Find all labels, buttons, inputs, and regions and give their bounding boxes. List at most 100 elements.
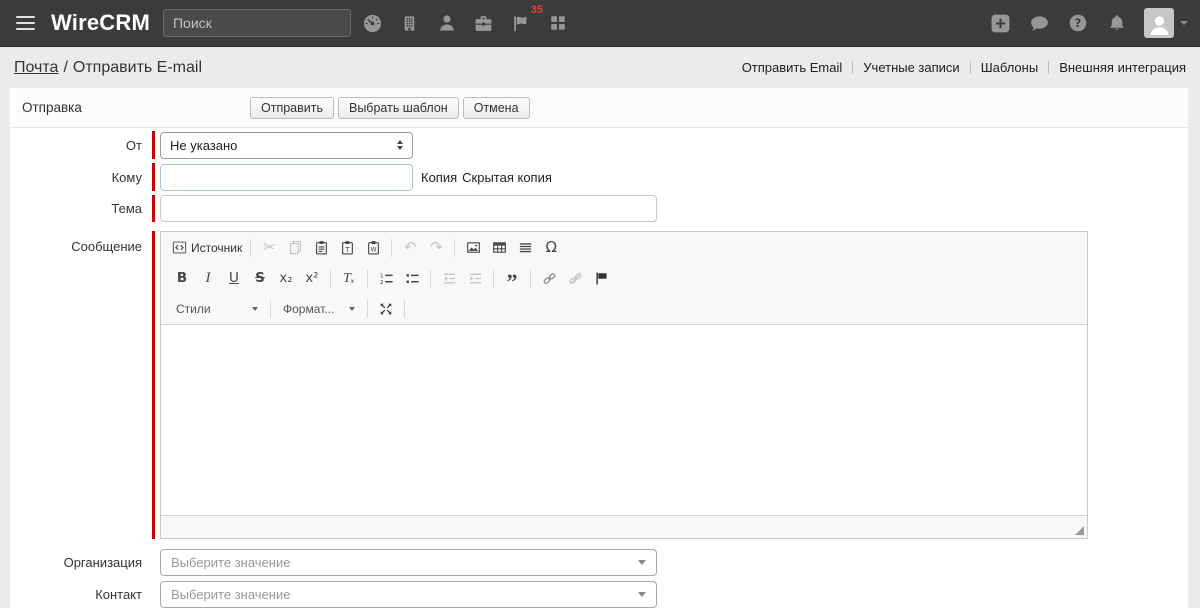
link-icon[interactable] — [537, 267, 561, 291]
search-input[interactable] — [162, 9, 351, 37]
special-char-icon[interactable]: Ω — [539, 236, 563, 260]
dashboard-icon[interactable] — [361, 11, 385, 35]
send-actions-row: Отправка Отправить Выбрать шаблон Отмена — [10, 88, 1188, 128]
editor-toolbar-row-3: Стили Формат... — [161, 294, 1087, 325]
link-accounts[interactable]: Учетные записи — [863, 60, 959, 75]
strikethrough-icon[interactable]: S — [248, 267, 272, 291]
superscript-icon[interactable]: x² — [300, 267, 324, 291]
subject-row: Тема — [10, 195, 1188, 222]
organization-row: Организация Выберите значение — [10, 549, 1188, 576]
deals-icon[interactable] — [472, 11, 496, 35]
chevron-down-icon — [252, 307, 258, 311]
user-menu[interactable] — [1144, 8, 1188, 38]
brand-logo: WireCRM — [51, 10, 150, 35]
link-external-integration[interactable]: Внешняя интеграция — [1059, 60, 1186, 75]
svg-text:1: 1 — [379, 274, 383, 280]
toolbar-divider — [250, 238, 252, 257]
underline-icon[interactable]: U — [222, 267, 246, 291]
copy-icon[interactable] — [283, 236, 307, 260]
email-form-panel: Отправка Отправить Выбрать шаблон Отмена… — [10, 88, 1188, 608]
nav-user-icons: ? — [988, 8, 1200, 38]
cut-icon[interactable]: ✂ — [257, 236, 281, 260]
anchor-flag-icon[interactable] — [589, 267, 613, 291]
subject-input[interactable] — [160, 195, 657, 222]
contact-row: Контакт Выберите значение — [10, 581, 1188, 608]
link-divider — [969, 61, 971, 74]
breadcrumb-mail-link[interactable]: Почта — [14, 59, 58, 76]
add-icon[interactable] — [988, 11, 1012, 35]
choose-template-button[interactable]: Выбрать шаблон — [337, 97, 459, 119]
to-input[interactable] — [160, 163, 413, 191]
toolbar-divider — [391, 238, 393, 257]
paste-word-icon[interactable]: W — [361, 236, 385, 260]
link-templates[interactable]: Шаблоны — [981, 60, 1039, 75]
link-send-email[interactable]: Отправить Email — [742, 60, 843, 75]
message-label: Сообщение — [71, 239, 142, 254]
bulleted-list-icon[interactable] — [400, 267, 424, 291]
from-label: От — [125, 137, 142, 153]
editor-content-area[interactable] — [161, 325, 1087, 515]
apps-grid-icon[interactable] — [546, 11, 570, 35]
resize-handle[interactable] — [1075, 526, 1084, 535]
blockquote-icon[interactable]: ” — [500, 270, 524, 294]
unlink-icon[interactable] — [563, 267, 587, 291]
chat-icon[interactable] — [1027, 11, 1051, 35]
organizations-icon[interactable] — [398, 11, 422, 35]
chevron-down-icon — [349, 307, 355, 311]
toolbar-divider — [493, 269, 494, 288]
editor-footer — [161, 515, 1087, 538]
required-marker — [152, 195, 155, 222]
from-select[interactable]: Не указано — [160, 131, 413, 159]
contact-select[interactable]: Выберите значение — [160, 581, 657, 608]
tasks-icon[interactable]: 35 — [509, 4, 543, 35]
rich-text-editor: Источник ✂ T W ↶ ↷ Ω B I U S x₂ x² Tₓ 1 … — [160, 231, 1088, 539]
bcc-link[interactable]: Скрытая копия — [462, 170, 552, 185]
format-dropdown[interactable]: Формат... — [276, 298, 362, 320]
help-icon[interactable]: ? — [1066, 11, 1090, 35]
cancel-button[interactable]: Отмена — [462, 97, 530, 119]
send-section-label: Отправка — [22, 100, 82, 115]
organization-label: Организация — [63, 555, 142, 570]
chevron-down-icon — [638, 560, 646, 565]
page-header-bar: Почта / Отправить E-mail Отправить Email У… — [0, 47, 1200, 88]
styles-dropdown-label: Стили — [176, 302, 211, 316]
italic-icon[interactable]: I — [196, 267, 220, 291]
subscript-icon[interactable]: x₂ — [274, 267, 298, 291]
toolbar-divider — [330, 269, 331, 288]
chevron-down-icon — [1180, 21, 1188, 25]
maximize-icon[interactable] — [374, 297, 398, 321]
organization-select[interactable]: Выберите значение — [160, 549, 657, 576]
svg-text:2: 2 — [379, 280, 383, 286]
notifications-icon[interactable] — [1105, 11, 1129, 35]
menu-icon[interactable] — [14, 12, 37, 35]
redo-icon[interactable]: ↷ — [424, 236, 448, 260]
organization-placeholder: Выберите значение — [171, 555, 291, 570]
to-row: Кому Копия Скрытая копия — [10, 163, 1188, 191]
cc-bcc-links: Копия Скрытая копия — [421, 170, 552, 185]
paste-icon[interactable] — [309, 236, 333, 260]
source-button[interactable]: Источник — [170, 236, 244, 260]
subject-label: Тема — [111, 201, 142, 216]
toolbar-divider — [404, 300, 405, 318]
table-icon[interactable] — [487, 236, 511, 260]
remove-format-icon[interactable]: Tₓ — [337, 267, 361, 291]
format-dropdown-label: Формат... — [283, 302, 335, 316]
styles-dropdown[interactable]: Стили — [169, 298, 265, 320]
bold-icon[interactable]: B — [170, 267, 194, 291]
outdent-icon[interactable] — [437, 267, 461, 291]
breadcrumb-separator: / — [63, 58, 68, 76]
send-button[interactable]: Отправить — [250, 97, 334, 119]
breadcrumb: Почта / Отправить E-mail — [14, 59, 202, 77]
horizontal-rule-icon[interactable] — [513, 236, 537, 260]
nav-module-icons: 35 — [361, 4, 570, 35]
editor-toolbar-row-2: B I U S x₂ x² Tₓ 12 ” — [161, 263, 1087, 294]
cc-link[interactable]: Копия — [421, 170, 457, 185]
undo-icon[interactable]: ↶ — [398, 236, 422, 260]
contacts-icon[interactable] — [435, 11, 459, 35]
toolbar-divider — [454, 238, 456, 257]
paste-text-icon[interactable]: T — [335, 236, 359, 260]
numbered-list-icon[interactable]: 12 — [374, 267, 398, 291]
indent-icon[interactable] — [463, 267, 487, 291]
image-icon[interactable] — [461, 236, 485, 260]
required-marker — [152, 163, 155, 191]
